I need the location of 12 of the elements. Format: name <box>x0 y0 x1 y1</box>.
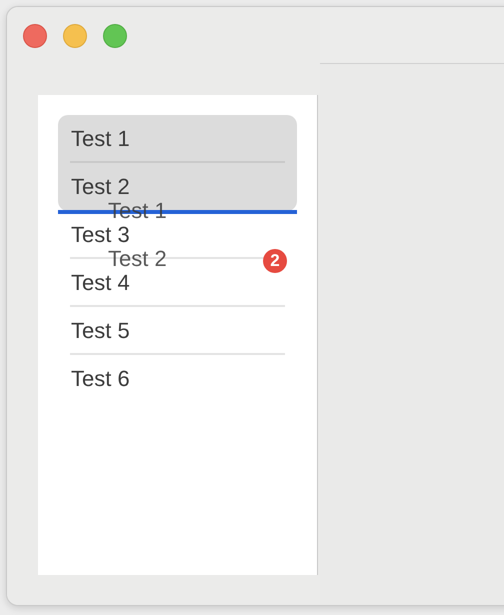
drag-preview-label: Test 2 <box>108 248 167 270</box>
close-button[interactable] <box>23 24 47 48</box>
row-label: Test 1 <box>71 128 130 150</box>
row-label: Test 2 <box>71 176 130 198</box>
count-badge: 2 <box>263 249 287 273</box>
list-row[interactable]: Test 1 <box>58 115 297 163</box>
zoom-button[interactable] <box>103 24 127 48</box>
minimize-button[interactable] <box>63 24 87 48</box>
list-row[interactable]: Test 6 <box>71 368 130 390</box>
list-row[interactable]: Test 5 <box>71 320 130 342</box>
list-row[interactable]: Test 4 <box>71 272 130 294</box>
list-row[interactable]: Test 3 <box>71 224 130 246</box>
